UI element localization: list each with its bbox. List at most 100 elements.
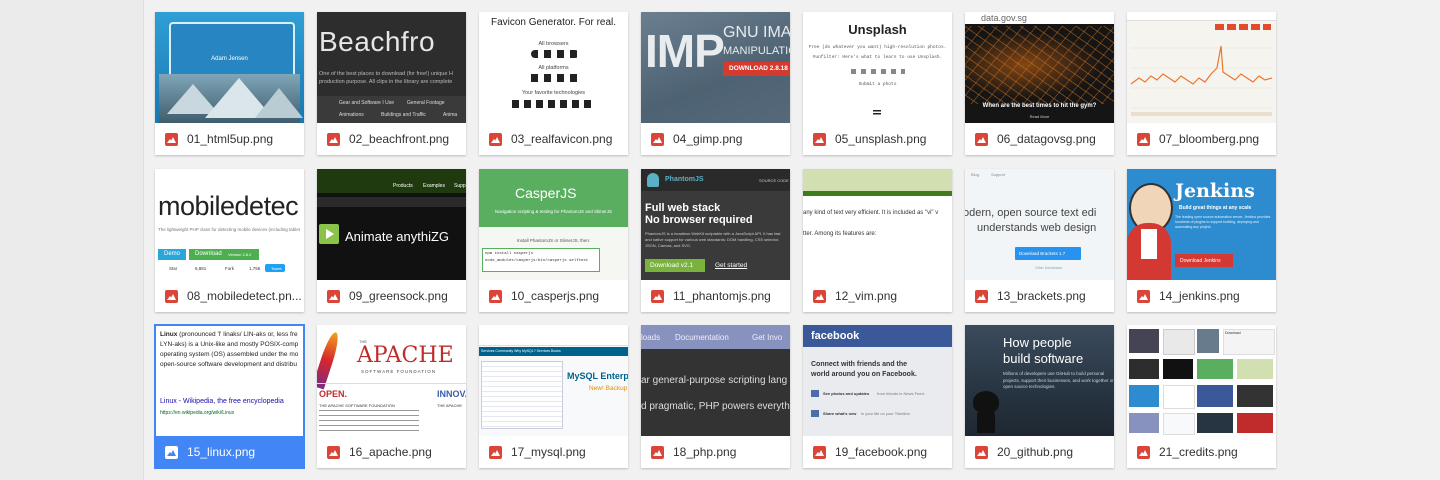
- thumb-text: The lightweight PHP class for detecting …: [158, 227, 300, 232]
- thumb-text: Star: [169, 266, 178, 271]
- file-tile[interactable]: 07_bloomberg.png: [1127, 12, 1276, 155]
- file-tile[interactable]: How people build software Millions of de…: [965, 325, 1114, 468]
- thumb-title: Favicon Generator. For real.: [490, 17, 617, 28]
- file-tile[interactable]: Adam Jensen 01_html5up.png: [155, 12, 304, 155]
- file-tile[interactable]: IMP GNU IMAG MANIPULATION DOWNLOAD 2.8.1…: [641, 12, 790, 155]
- thumb-title: APACHE: [357, 343, 454, 368]
- thumb-text: Millions of developers use GitHub to bui…: [1003, 371, 1114, 389]
- octocat-figure: [973, 391, 999, 413]
- file-name: 21_credits.png: [1159, 445, 1238, 459]
- thumb-title: No browser required: [645, 214, 753, 226]
- thumb-title: INNOVA: [437, 389, 466, 399]
- download-button: DOWNLOAD 2.8.18: [729, 65, 788, 72]
- file-tile-selected[interactable]: Linux (pronounced 'l' linaks/ LIN-aks or…: [155, 325, 304, 468]
- file-name: 09_greensock.png: [349, 289, 448, 303]
- thumbnail-phantomjs: PhantomJS SOURCE CODE Full web stack No …: [641, 169, 790, 280]
- thumb-nav: SOURCE CODE: [759, 178, 789, 183]
- thumbnail-linux: Linux (pronounced 'l' linaks/ LIN-aks or…: [156, 326, 303, 436]
- image-file-icon: [1137, 132, 1150, 146]
- file-tile[interactable]: THE APACHE SOFTWARE FOUNDATION OPEN. INN…: [317, 325, 466, 468]
- thumb-text: Build great things at any scale: [1179, 205, 1252, 211]
- thumb-nav: Anima: [443, 112, 458, 118]
- file-tile[interactable]: mobiledetec The lightweight PHP class fo…: [155, 169, 304, 312]
- thumb-link: Other Downloads: [1035, 266, 1063, 270]
- thumb-text: THE APACHE: [437, 403, 463, 408]
- thumb-nav: Products: [393, 183, 413, 189]
- thumb-text: operating system (OS) assembled under th…: [160, 351, 299, 358]
- thumb-text: Version 2.8.2: [228, 252, 252, 257]
- file-tile[interactable]: loads Documentation Get Invo ar general-…: [641, 325, 790, 468]
- file-tile[interactable]: data.gov.sg When are the best times to h…: [965, 12, 1114, 155]
- thumb-title: Unsplash: [848, 22, 907, 37]
- thumb-nav: Services Community Why MySQL? Services B…: [481, 349, 561, 353]
- thumb-brand: PhantomJS: [665, 176, 704, 183]
- thumb-nav: loads: [641, 333, 661, 342]
- thumb-link: Get started: [715, 262, 748, 269]
- file-tile[interactable]: Download 21_credits.png: [1127, 325, 1276, 468]
- thumb-title: Jenkins: [1175, 180, 1255, 202]
- file-name: 04_gimp.png: [673, 132, 743, 146]
- file-name: 08_mobiledetect.pn...: [187, 289, 302, 303]
- file-tile[interactable]: Jenkins Build great things at any scale …: [1127, 169, 1276, 312]
- file-name: 07_bloomberg.png: [1159, 132, 1260, 146]
- file-tile[interactable]: CasperJS Navigation scripting & testing …: [479, 169, 628, 312]
- thumbnail-datagovsg: data.gov.sg When are the best times to h…: [965, 12, 1114, 123]
- image-file-icon: [489, 445, 502, 459]
- file-tile[interactable]: Products Examples Supp Animate anythiZG …: [317, 169, 466, 312]
- thumbnail-facebook: facebook Connect with friends and the wo…: [803, 325, 952, 436]
- file-tile[interactable]: Beachfro One of the best places to downl…: [317, 12, 466, 155]
- thumb-text: Your favorite technologies: [521, 90, 586, 96]
- thumb-nav: Gear and Software I Use: [339, 100, 395, 106]
- thumb-title: Connect with friends and the: [811, 361, 908, 368]
- file-name: 15_linux.png: [187, 445, 256, 459]
- file-name: 19_facebook.png: [835, 445, 928, 459]
- image-file-icon: [975, 132, 988, 146]
- thumb-text: d pragmatic, PHP powers everyth: [641, 401, 790, 412]
- thumb-title: Full web stack: [645, 202, 721, 214]
- file-name: 14_jenkins.png: [1159, 289, 1240, 303]
- thumb-text: GNU IMAG: [723, 24, 790, 41]
- file-tile[interactable]: Services Community Why MySQL? Services B…: [479, 325, 628, 468]
- image-file-icon: [165, 132, 178, 146]
- download-button: Download: [195, 251, 222, 257]
- file-tile[interactable]: facebook Connect with friends and the wo…: [803, 325, 952, 468]
- thumbnail-php: loads Documentation Get Invo ar general-…: [641, 325, 790, 436]
- thumb-text: 6,881: [195, 266, 207, 271]
- thumb-text: in your life on your Timeline.: [861, 411, 911, 416]
- thumb-link: Submit a photo: [858, 82, 897, 87]
- file-name: 01_html5up.png: [187, 132, 274, 146]
- file-tile[interactable]: PhantomJS SOURCE CODE Full web stack No …: [641, 169, 790, 312]
- thumb-text: See photos and updates: [823, 391, 870, 396]
- thumbnail-vim: any kind of text very efficient. It is i…: [803, 169, 952, 280]
- demo-button: Demo: [164, 251, 181, 257]
- file-name: 17_mysql.png: [511, 445, 586, 459]
- image-file-icon: [327, 132, 340, 146]
- thumb-bold: Linux: [160, 331, 178, 338]
- thumb-nav: Blog: [971, 172, 980, 177]
- thumb-text: ar general-purpose scripting lang: [641, 375, 788, 386]
- thumb-text: 1,756: [249, 266, 261, 271]
- thumbnail-bloomberg: [1127, 12, 1276, 123]
- file-name: 20_github.png: [997, 445, 1074, 459]
- image-file-icon: [489, 289, 502, 303]
- download-button: Download Jenkins: [1180, 258, 1221, 264]
- thumb-text: (pronounced 'l' linaks/ LIN-aks or, less…: [179, 331, 298, 338]
- file-name: 16_apache.png: [349, 445, 432, 459]
- thumb-text: any kind of text very efficient. It is i…: [803, 210, 939, 216]
- file-tile[interactable]: Blog Support odern, open source text edi…: [965, 169, 1114, 312]
- thumb-text: Install PhantomJS or SlimerJS, then:: [516, 238, 591, 243]
- thumbnail-credits: Download: [1127, 325, 1276, 436]
- download-button: Download v2.1: [650, 262, 693, 269]
- thumbnail-brackets: Blog Support odern, open source text edi…: [965, 169, 1114, 280]
- thumb-text: All platforms: [538, 65, 569, 71]
- thumb-text: All browsers: [538, 41, 569, 47]
- thumb-text: Free (do whatever you want) high-resolut…: [808, 45, 947, 50]
- image-file-icon: [327, 445, 340, 459]
- thumbnail-beachfront: Beachfro One of the best places to downl…: [317, 12, 466, 123]
- file-tile[interactable]: Favicon Generator. For real. All browser…: [479, 12, 628, 155]
- file-tile[interactable]: Unsplash Free (do whatever you want) hig…: [803, 12, 952, 155]
- thumb-nav: Support: [991, 172, 1006, 177]
- image-file-icon: [813, 445, 826, 459]
- file-name: 12_vim.png: [835, 289, 898, 303]
- file-tile[interactable]: any kind of text very efficient. It is i…: [803, 169, 952, 312]
